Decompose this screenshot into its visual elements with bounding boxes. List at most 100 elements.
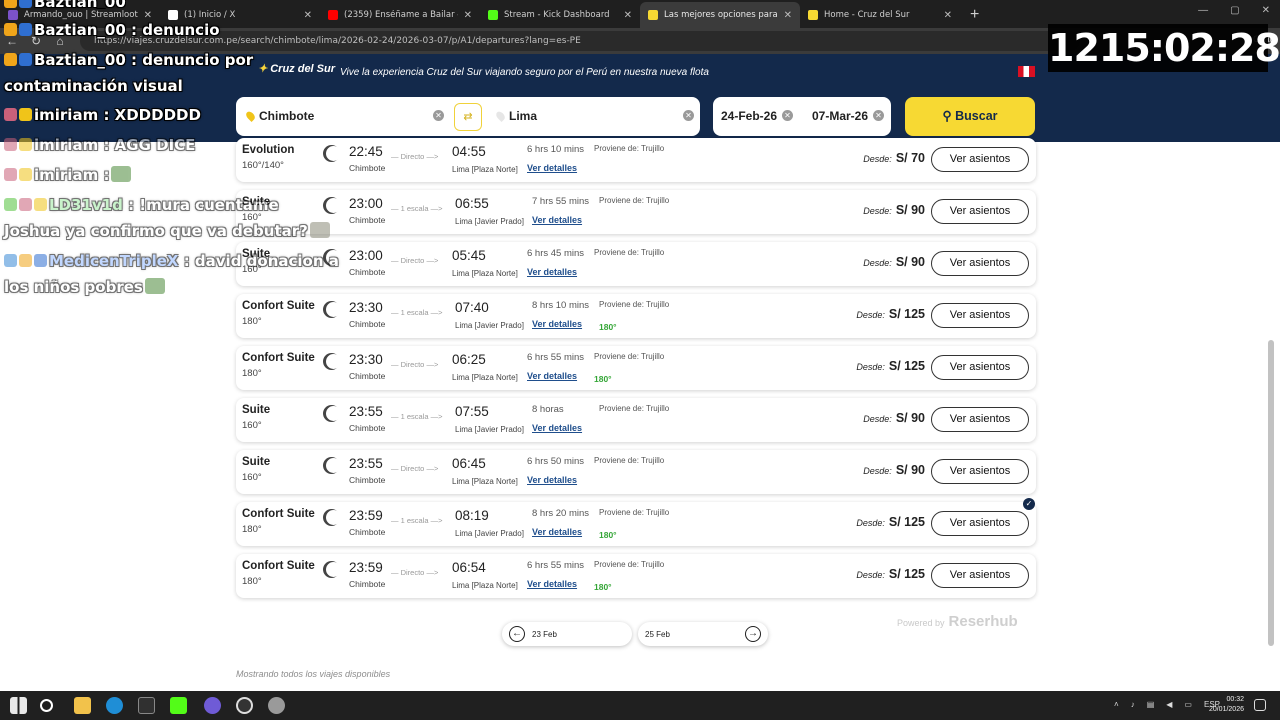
details-link[interactable]: Ver detalles bbox=[527, 579, 577, 589]
app-icon[interactable] bbox=[268, 697, 285, 714]
seat-recline: 180° bbox=[242, 576, 262, 587]
details-link[interactable]: Ver detalles bbox=[532, 319, 582, 329]
close-tab-icon[interactable]: ✕ bbox=[464, 10, 472, 21]
details-link[interactable]: Ver detalles bbox=[532, 527, 582, 537]
battery-icon[interactable]: ▭ bbox=[1184, 700, 1192, 709]
next-day-button[interactable]: 25 Feb → bbox=[638, 622, 768, 646]
return-date-field[interactable]: 07-Mar-26 bbox=[812, 109, 868, 123]
browser-tab[interactable]: Stream - Kick Dashboard ✕ bbox=[480, 2, 640, 28]
chat-badge-icon bbox=[19, 23, 32, 36]
browser-tab[interactable]: (2359) Enséñame a Bailar - YouTub ✕ bbox=[320, 2, 480, 28]
date-search-box: 24-Feb-26 ✕ 07-Mar-26 ✕ bbox=[713, 97, 891, 136]
arrival-terminal: Lima [Plaza Norte] bbox=[452, 269, 518, 278]
chat-badge-icon bbox=[4, 198, 17, 211]
stops-indicator: — 1 escala —> bbox=[391, 308, 443, 317]
notification-icon[interactable] bbox=[1254, 699, 1266, 711]
departure-date-field[interactable]: 24-Feb-26 bbox=[721, 109, 777, 123]
moon-icon bbox=[326, 354, 341, 369]
page-scrollbar[interactable] bbox=[1268, 340, 1274, 646]
chevron-up-icon[interactable]: ˄ bbox=[1114, 700, 1119, 709]
previous-day-button[interactable]: ← 23 Feb bbox=[502, 622, 632, 646]
details-link[interactable]: Ver detalles bbox=[527, 267, 577, 277]
departure-city: Chimbote bbox=[349, 215, 386, 225]
view-seats-button[interactable]: Ver asientos bbox=[931, 251, 1029, 276]
windows-start-icon[interactable] bbox=[10, 697, 27, 714]
destination-field[interactable]: Lima bbox=[509, 109, 537, 123]
pepe-emote-icon bbox=[111, 166, 132, 182]
close-tab-icon[interactable]: ✕ bbox=[944, 10, 952, 21]
chat-text: : bbox=[98, 166, 110, 184]
new-tab-icon[interactable]: + bbox=[960, 6, 989, 28]
origin-note: Proviene de: Trujillo bbox=[599, 404, 670, 413]
arrival-time: 06:55 bbox=[455, 196, 489, 211]
price-value: S/ 125 bbox=[888, 567, 925, 581]
clear-destination-icon[interactable]: ✕ bbox=[683, 110, 694, 121]
close-tab-icon[interactable]: ✕ bbox=[784, 10, 792, 21]
microphone-icon[interactable]: ♪ bbox=[1131, 700, 1135, 709]
volume-icon[interactable]: ◀ bbox=[1166, 700, 1172, 709]
chat-message: Baztian_00 : denuncio por bbox=[4, 51, 253, 69]
trip-price: Desde: S/ 125 bbox=[856, 515, 925, 529]
origin-note: Proviene de: Trujillo bbox=[594, 144, 665, 153]
view-seats-button[interactable]: Ver asientos bbox=[931, 303, 1029, 328]
arrival-time: 07:55 bbox=[455, 404, 489, 419]
view-seats-button[interactable]: Ver asientos bbox=[931, 511, 1029, 536]
browser-tab[interactable]: Home - Cruz del Sur ✕ bbox=[800, 2, 960, 28]
browser-icon[interactable] bbox=[204, 697, 221, 714]
stops-label: Directo bbox=[400, 256, 425, 265]
seat-recline: 180° bbox=[242, 524, 262, 535]
clock-date: 20/01/2026 bbox=[1208, 706, 1244, 713]
network-icon[interactable]: ▤ bbox=[1147, 700, 1155, 709]
stops-label: 1 escala bbox=[400, 308, 429, 317]
close-tab-icon[interactable]: ✕ bbox=[624, 10, 632, 21]
browser-tab-active[interactable]: Las mejores opciones para tus viaj ✕ bbox=[640, 2, 800, 28]
price-prefix: Desde: bbox=[863, 414, 892, 424]
details-link[interactable]: Ver detalles bbox=[527, 163, 577, 173]
view-seats-button[interactable]: Ver asientos bbox=[931, 407, 1029, 432]
close-window-icon[interactable]: ✕ bbox=[1262, 5, 1270, 16]
bus-class: Suite bbox=[242, 404, 271, 416]
details-link[interactable]: Ver detalles bbox=[532, 215, 582, 225]
site-tagline: Vive la experiencia Cruz del Sur viajand… bbox=[340, 67, 709, 78]
swap-route-button[interactable]: ⇄ bbox=[454, 103, 482, 131]
view-seats-button[interactable]: Ver asientos bbox=[931, 147, 1029, 172]
price-value: S/ 125 bbox=[888, 359, 925, 373]
next-day-label: 25 Feb bbox=[645, 630, 670, 639]
details-link[interactable]: Ver detalles bbox=[527, 475, 577, 485]
trip-duration: 6 hrs 55 mins bbox=[527, 560, 585, 571]
details-link[interactable]: Ver detalles bbox=[527, 371, 577, 381]
file-explorer-icon[interactable] bbox=[74, 697, 91, 714]
trip-duration: 6 hrs 55 mins bbox=[527, 352, 585, 363]
kick-icon[interactable] bbox=[170, 697, 187, 714]
view-seats-button[interactable]: Ver asientos bbox=[931, 355, 1029, 380]
trip-result-card: Confort Suite 180° 23:30 Chimbote — 1 escala… bbox=[236, 294, 1036, 338]
chat-badge-icon bbox=[19, 198, 32, 211]
maximize-icon[interactable]: ▢ bbox=[1230, 5, 1239, 16]
seat-recline: 180° bbox=[242, 368, 262, 379]
search-button[interactable]: ⚲ Buscar bbox=[905, 97, 1035, 136]
clear-return-date-icon[interactable]: ✕ bbox=[873, 110, 884, 121]
view-seats-button[interactable]: Ver asientos bbox=[931, 563, 1029, 588]
chat-message: imiriam : AGG DICE bbox=[4, 136, 195, 154]
view-seats-button[interactable]: Ver asientos bbox=[931, 199, 1029, 224]
app-icon[interactable] bbox=[138, 697, 155, 714]
origin-note: Proviene de: Trujillo bbox=[599, 196, 670, 205]
view-seats-button[interactable]: Ver asientos bbox=[931, 459, 1029, 484]
edge-browser-icon[interactable] bbox=[106, 697, 123, 714]
clear-origin-icon[interactable]: ✕ bbox=[433, 110, 444, 121]
origin-note: Proviene de: Trujillo bbox=[594, 560, 665, 569]
peru-flag-icon[interactable] bbox=[1018, 66, 1035, 77]
destination-pin-icon bbox=[494, 109, 507, 123]
taskbar-clock[interactable]: 00:32 20/01/2026 bbox=[1209, 695, 1244, 715]
search-icon[interactable] bbox=[40, 699, 53, 712]
minimize-icon[interactable]: — bbox=[1198, 5, 1208, 16]
details-link[interactable]: Ver detalles bbox=[532, 423, 582, 433]
trip-duration: 8 hrs 20 mins bbox=[532, 508, 590, 519]
clear-departure-date-icon[interactable]: ✕ bbox=[782, 110, 793, 121]
obs-icon[interactable] bbox=[236, 697, 253, 714]
arrival-time: 06:25 bbox=[452, 352, 486, 367]
stops-label: Directo bbox=[400, 152, 425, 161]
moon-icon bbox=[326, 302, 341, 317]
chat-badge-icon bbox=[4, 53, 17, 66]
moon-icon bbox=[326, 510, 341, 525]
